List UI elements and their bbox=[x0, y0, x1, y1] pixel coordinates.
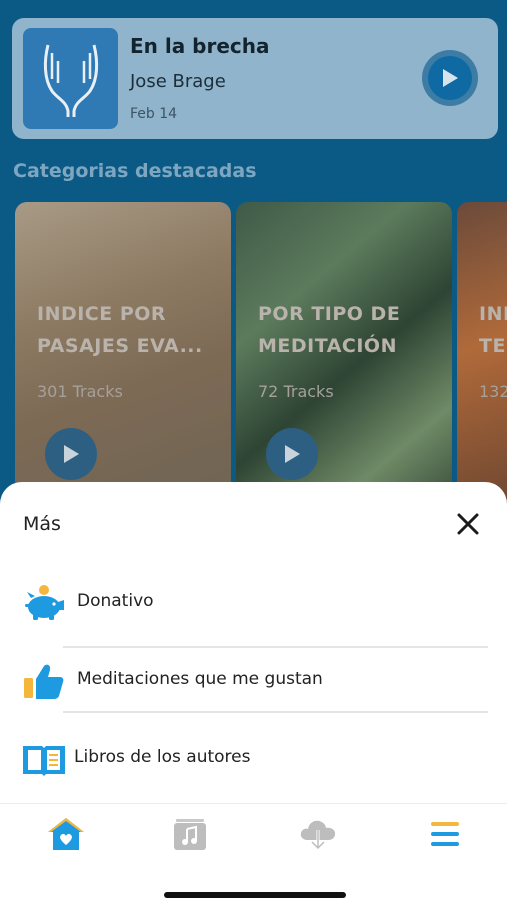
category-card[interactable]: POR TIPO DE MEDITACIÓN 72 Tracks bbox=[236, 202, 452, 502]
nav-separator bbox=[0, 803, 507, 804]
category-track-count: 301 Tracks bbox=[37, 382, 123, 401]
section-title: Categorias destacadas bbox=[13, 160, 257, 182]
close-icon bbox=[457, 513, 479, 535]
praying-hands-icon bbox=[43, 44, 98, 117]
play-icon bbox=[443, 69, 458, 87]
track-title: En la brecha bbox=[130, 34, 270, 58]
track-author: Jose Brage bbox=[130, 71, 226, 92]
music-library-icon bbox=[174, 819, 206, 850]
play-icon bbox=[285, 445, 300, 463]
category-card[interactable]: INDICE POR PASAJES EVA... 301 Tracks bbox=[15, 202, 231, 502]
menu-icon bbox=[431, 822, 459, 846]
divider bbox=[63, 711, 488, 713]
home-icon bbox=[48, 818, 84, 850]
category-label: INDICE POR PASAJES EVA... bbox=[37, 303, 203, 357]
category-card[interactable]: INI TE 132 bbox=[457, 202, 507, 502]
track-date: Feb 14 bbox=[130, 106, 178, 122]
play-button[interactable] bbox=[422, 50, 478, 106]
category-label: INI TE bbox=[479, 303, 507, 357]
nav-downloads-button[interactable] bbox=[294, 814, 342, 854]
category-play-button[interactable] bbox=[45, 428, 97, 480]
home-screen-background: En la brecha Jose Brage Feb 14 Categoria… bbox=[0, 0, 507, 520]
track-thumbnail bbox=[23, 28, 118, 129]
menu-item-liked-meditations[interactable]: Meditaciones que me gustan bbox=[0, 650, 507, 710]
menu-item-label: Meditaciones que me gustan bbox=[77, 669, 323, 689]
menu-item-donativo[interactable]: Donativo bbox=[0, 572, 507, 632]
cloud-download-icon bbox=[300, 820, 336, 851]
play-icon bbox=[64, 445, 79, 463]
category-label: POR TIPO DE MEDITACIÓN bbox=[258, 303, 401, 357]
category-track-count: 132 bbox=[479, 382, 507, 401]
category-track-count: 72 Tracks bbox=[258, 382, 334, 401]
featured-track-card[interactable]: En la brecha Jose Brage Feb 14 bbox=[12, 18, 498, 139]
more-bottom-sheet: Más Donativo Meditaciones que me gustan bbox=[0, 482, 507, 900]
nav-home-button[interactable] bbox=[42, 814, 90, 854]
home-indicator bbox=[164, 892, 346, 898]
category-play-button[interactable] bbox=[266, 428, 318, 480]
close-button[interactable] bbox=[452, 508, 484, 540]
menu-item-label: Libros de los autores bbox=[74, 747, 251, 767]
sheet-title: Más bbox=[23, 513, 61, 535]
nav-menu-button[interactable] bbox=[421, 814, 469, 854]
open-book-icon bbox=[23, 746, 65, 776]
piggy-bank-icon bbox=[25, 585, 64, 620]
menu-item-author-books[interactable]: Libros de los autores bbox=[0, 728, 507, 788]
nav-library-button[interactable] bbox=[166, 814, 214, 854]
divider bbox=[63, 646, 488, 648]
thumbs-up-icon bbox=[24, 664, 64, 699]
menu-item-label: Donativo bbox=[77, 591, 154, 611]
